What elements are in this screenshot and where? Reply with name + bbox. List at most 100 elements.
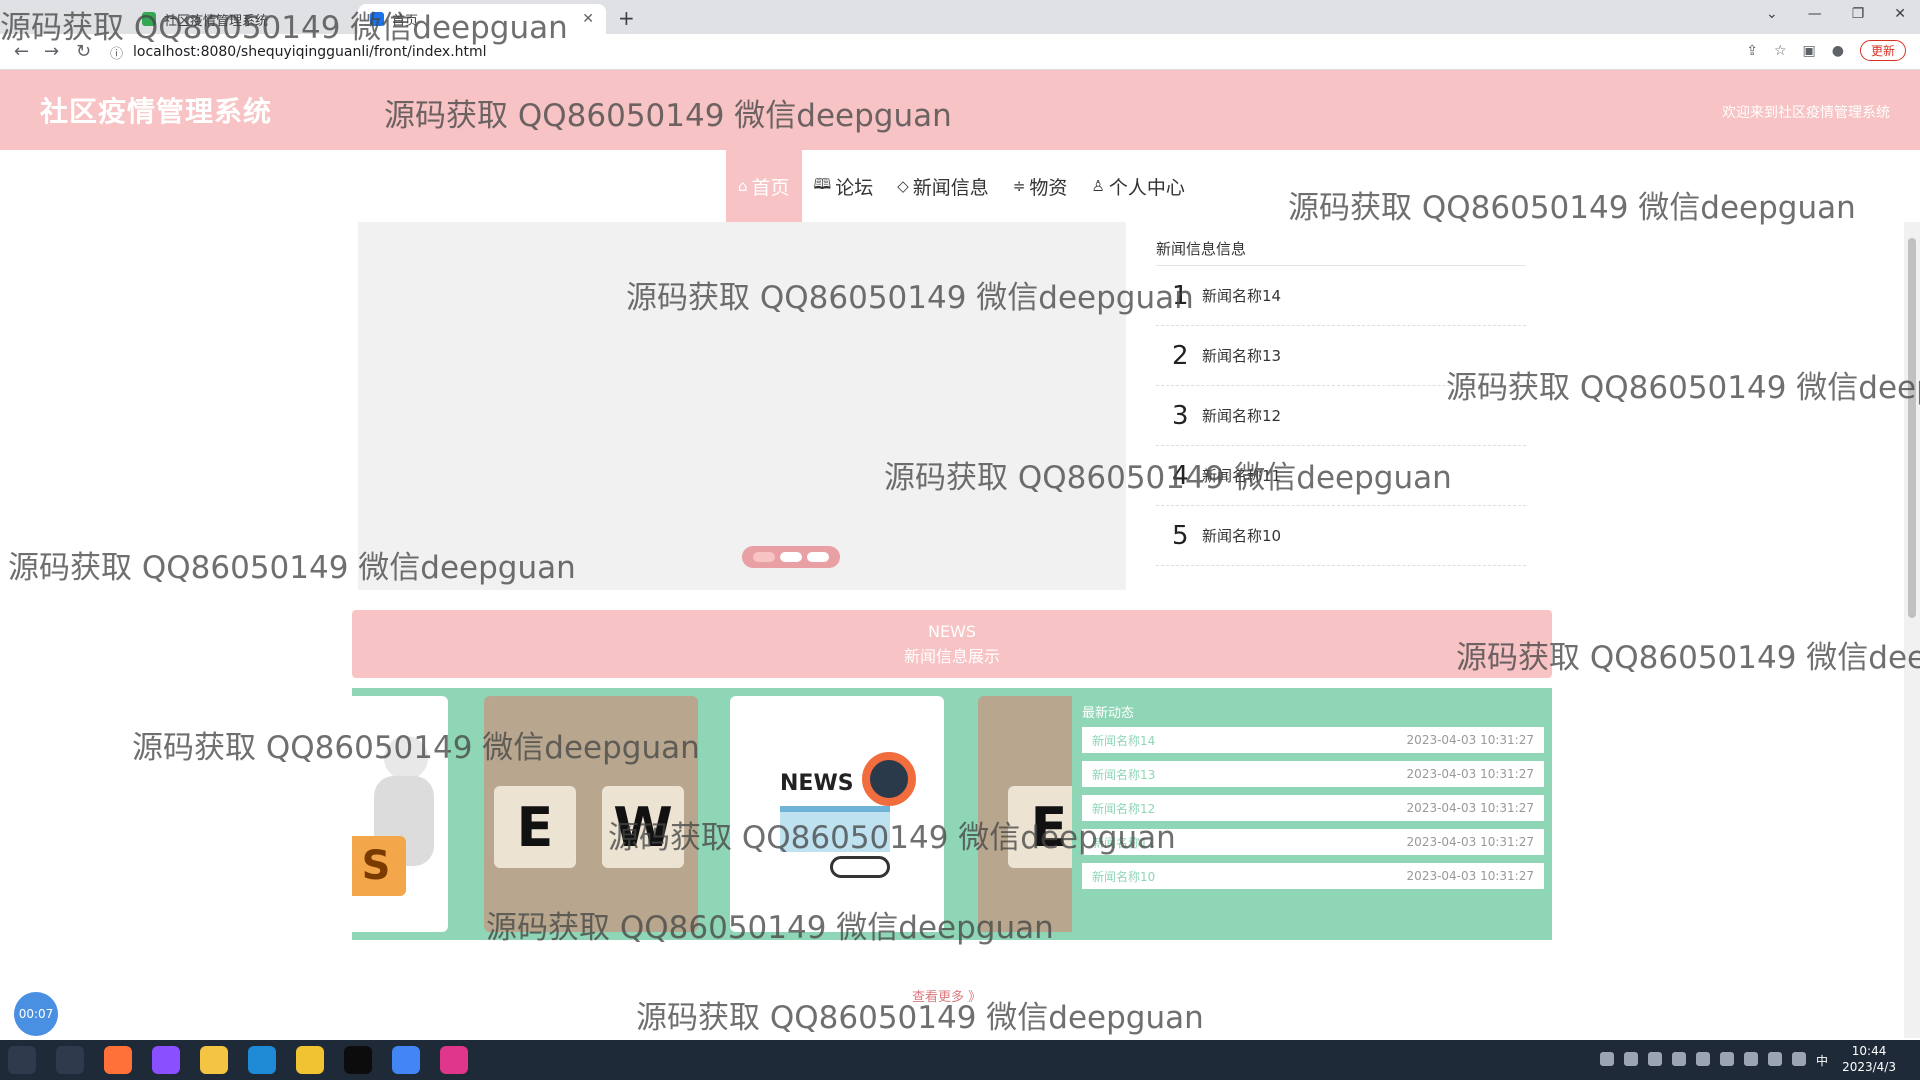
- tab-label: 首页: [392, 13, 419, 29]
- ime-indicator[interactable]: 中: [1816, 1052, 1828, 1069]
- scrollbar-thumb[interactable]: [1908, 238, 1916, 618]
- news-title[interactable]: 新闻名称13: [1202, 345, 1281, 366]
- news-list-item[interactable]: 1 新闻名称14: [1156, 266, 1526, 326]
- restore-icon[interactable]: ❐: [1852, 6, 1865, 22]
- nav-item-forum[interactable]: 🕮 论坛: [802, 150, 886, 222]
- tray-icon[interactable]: [1671, 1052, 1686, 1066]
- start-icon[interactable]: [8, 1046, 36, 1074]
- vscode-icon[interactable]: [248, 1046, 276, 1074]
- nav-item-news[interactable]: ◇ 新闻信息: [885, 150, 1001, 222]
- view-more-link[interactable]: 查看更多 》: [912, 986, 981, 1005]
- firefox-icon[interactable]: [104, 1046, 132, 1074]
- news-list-item[interactable]: 4 新闻名称11: [1156, 446, 1526, 506]
- news-rank: 5: [1172, 520, 1189, 551]
- carousel[interactable]: [358, 222, 1126, 590]
- nav-label: 新闻信息: [912, 176, 989, 199]
- latest-news-list: 最新动态 新闻名称14 2023-04-03 10:31:27 新闻名称13 2…: [1082, 698, 1544, 897]
- chrome-icon[interactable]: [392, 1046, 420, 1074]
- news-list-item[interactable]: 3 新闻名称12: [1156, 386, 1526, 446]
- news-banner-cn: 新闻信息展示: [903, 646, 1000, 666]
- latest-news-date: 2023-04-03 10:31:27: [1406, 767, 1534, 781]
- browser-tabstrip: 社区疫情管理系统 首页 ✕ + ⌄ — ❐ ✕: [0, 0, 1920, 34]
- tray-icon[interactable]: [1623, 1052, 1638, 1066]
- minimize-icon[interactable]: —: [1808, 6, 1822, 22]
- terminal-icon[interactable]: [344, 1046, 372, 1074]
- tray-icon[interactable]: [1647, 1052, 1662, 1066]
- tray-icon[interactable]: [1599, 1052, 1614, 1066]
- network-icon[interactable]: [1767, 1052, 1782, 1066]
- reload-icon[interactable]: ↻: [76, 41, 91, 62]
- latest-news-title[interactable]: 新闻名称11: [1092, 834, 1155, 851]
- book-icon: 🕮: [813, 174, 832, 193]
- taskbar-apps: [8, 1046, 468, 1074]
- news-rank: 4: [1172, 460, 1189, 491]
- home-icon: ⌂: [738, 177, 748, 195]
- wechat-icon[interactable]: [1743, 1052, 1758, 1066]
- file-explorer-icon[interactable]: [200, 1046, 228, 1074]
- update-button[interactable]: 更新: [1859, 40, 1906, 61]
- latest-news-date: 2023-04-03 10:31:27: [1406, 801, 1534, 815]
- page-scrollbar[interactable]: [1904, 222, 1920, 1038]
- latest-news-item[interactable]: 新闻名称13 2023-04-03 10:31:27: [1082, 761, 1544, 787]
- nav-item-profile[interactable]: ♙ 个人中心: [1079, 150, 1196, 222]
- latest-news-title[interactable]: 新闻名称14: [1092, 732, 1155, 749]
- latest-news-title[interactable]: 新闻名称10: [1092, 868, 1155, 885]
- user-icon: ♙: [1091, 177, 1105, 195]
- latest-news-title[interactable]: 新闻名称12: [1092, 800, 1155, 817]
- news-title[interactable]: 新闻名称12: [1202, 405, 1281, 426]
- browser-tab-inactive[interactable]: 社区疫情管理系统: [130, 4, 350, 34]
- carousel-dot[interactable]: [780, 552, 802, 562]
- newspaper-icon: [780, 806, 890, 852]
- clock-time: 10:44: [1851, 1044, 1887, 1058]
- forward-icon[interactable]: →: [44, 41, 59, 62]
- news-thumbnail[interactable]: E: [978, 696, 1072, 932]
- news-list-item[interactable]: 2 新闻名称13: [1156, 326, 1526, 386]
- tray-icon[interactable]: [1695, 1052, 1710, 1066]
- news-rank: 2: [1172, 340, 1189, 371]
- clock-date: 2023/4/3: [1842, 1060, 1896, 1074]
- latest-news-item[interactable]: 新闻名称11 2023-04-03 10:31:27: [1082, 829, 1544, 855]
- new-tab-icon[interactable]: +: [618, 6, 635, 30]
- carousel-dot[interactable]: [753, 552, 775, 562]
- profile-icon[interactable]: ●: [1832, 43, 1844, 59]
- news-title[interactable]: 新闻名称14: [1202, 285, 1281, 306]
- news-thumbnail[interactable]: E W: [484, 696, 698, 932]
- latest-news-item[interactable]: 新闻名称12 2023-04-03 10:31:27: [1082, 795, 1544, 821]
- news-list-item[interactable]: 5 新闻名称10: [1156, 506, 1526, 566]
- latest-news-item[interactable]: 新闻名称14 2023-04-03 10:31:27: [1082, 727, 1544, 753]
- site-info-icon[interactable]: ⓘ: [110, 43, 123, 62]
- letter-cube: E: [494, 786, 576, 868]
- latest-title: 最新动态: [1082, 706, 1135, 721]
- news-thumbnail[interactable]: NEWS: [730, 696, 944, 932]
- share-icon[interactable]: ⇪: [1746, 43, 1758, 59]
- side-panel-icon[interactable]: ▣: [1803, 43, 1816, 59]
- volume-icon[interactable]: [1791, 1052, 1806, 1066]
- close-window-icon[interactable]: ✕: [1894, 6, 1906, 22]
- news-title[interactable]: 新闻名称10: [1202, 525, 1281, 546]
- glasses-icon: [830, 856, 890, 878]
- tray-icon[interactable]: [1719, 1052, 1734, 1066]
- taskbar-clock[interactable]: 10:44 2023/4/3: [1842, 1043, 1896, 1075]
- carousel-indicators: [742, 546, 840, 568]
- news-thumbnail[interactable]: S: [352, 696, 448, 932]
- news-title[interactable]: 新闻名称11: [1202, 465, 1281, 486]
- recording-timer-badge[interactable]: 00:07: [14, 992, 58, 1036]
- nav-item-home[interactable]: ⌂ 首页: [726, 150, 802, 222]
- latest-news-title[interactable]: 新闻名称13: [1092, 766, 1155, 783]
- nav-item-supplies[interactable]: ≑ 物资: [1001, 150, 1080, 222]
- latest-news-item[interactable]: 新闻名称10 2023-04-03 10:31:27: [1082, 863, 1544, 889]
- tag-icon: ◇: [897, 177, 909, 195]
- tab-close-icon[interactable]: ✕: [582, 11, 594, 27]
- watermark-text: 源码获取 QQ86050149 微信deepguan: [1288, 190, 1856, 226]
- search-icon[interactable]: [56, 1046, 84, 1074]
- address-bar[interactable]: ⓘ localhost:8080/shequyiqingguanli/front…: [110, 38, 1790, 66]
- tab-search-icon[interactable]: ⌄: [1766, 6, 1778, 22]
- carousel-dot[interactable]: [807, 552, 829, 562]
- bookmark-star-icon[interactable]: ☆: [1774, 43, 1787, 59]
- app-icon[interactable]: [296, 1046, 324, 1074]
- game-app-icon[interactable]: [152, 1046, 180, 1074]
- browser-tab-active[interactable]: 首页 ✕: [358, 4, 606, 34]
- back-icon[interactable]: ←: [14, 41, 29, 62]
- intellij-icon[interactable]: [440, 1046, 468, 1074]
- news-panel-title: 新闻信息信息: [1156, 238, 1526, 266]
